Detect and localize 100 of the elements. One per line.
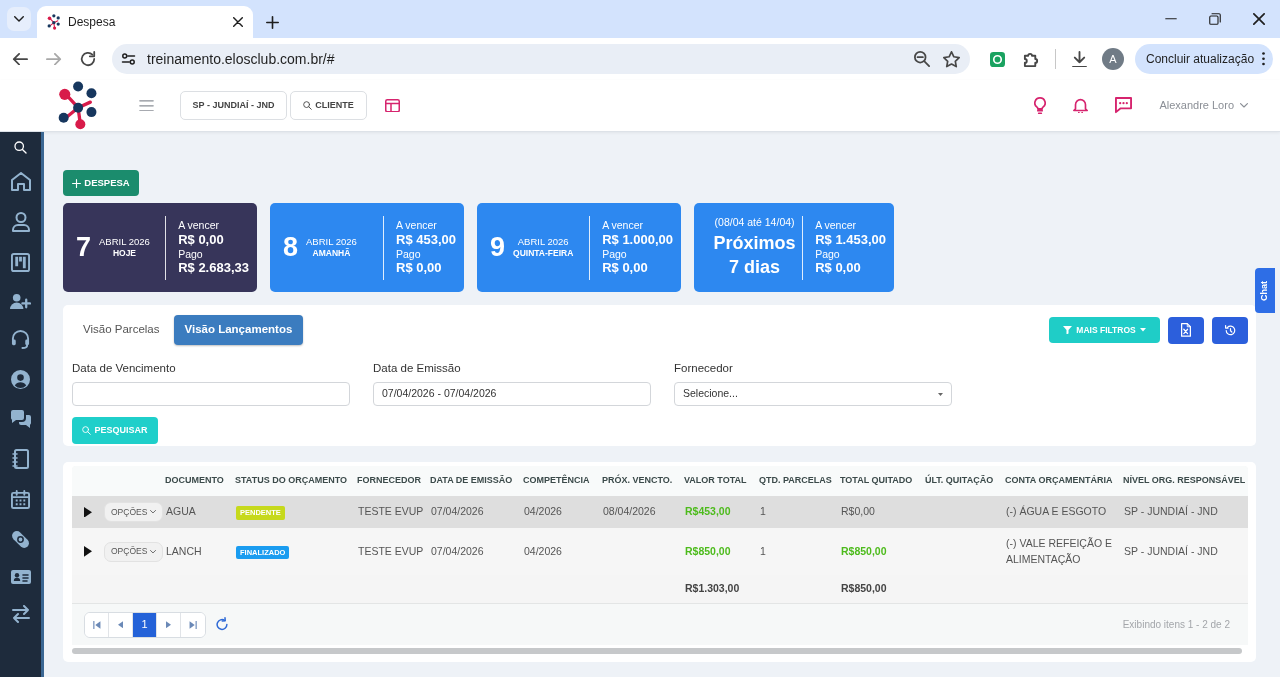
close-icon[interactable] [233, 17, 243, 27]
due-label: A vencer [396, 219, 438, 232]
field-label: Fornecedor [674, 361, 734, 376]
cell-text: 1 [760, 544, 766, 557]
zoom-icon[interactable] [914, 51, 930, 67]
board-icon[interactable] [11, 253, 30, 272]
total-amount: R$850,00 [841, 582, 887, 595]
paid-label: Pago [602, 247, 628, 261]
browser-tab[interactable]: Despesa [37, 6, 253, 38]
layout-icon[interactable] [385, 98, 400, 113]
new-tab-icon[interactable] [266, 16, 279, 29]
options-button[interactable]: OPÇÕES [104, 541, 164, 562]
chevron-down-icon [1240, 103, 1248, 108]
previous-icon [118, 620, 123, 629]
lightbulb-icon[interactable] [1034, 96, 1047, 115]
view-tab[interactable]: Visão Parcelas [72, 315, 171, 345]
skip-end-icon [189, 620, 197, 629]
expand-arrow-icon[interactable] [84, 546, 92, 557]
day-number: 8 [283, 234, 299, 261]
chevron-down-icon [150, 549, 157, 554]
download-icon[interactable] [1072, 50, 1087, 68]
next-icon [166, 620, 171, 629]
app-logo[interactable] [57, 81, 97, 130]
tune-icon[interactable] [121, 53, 136, 65]
month-label: ABRIL 2026 [99, 236, 150, 249]
pagination-info: Exibindo itens 1 - 2 de 2 [1122, 618, 1230, 632]
back-icon[interactable] [12, 52, 28, 66]
client-search-button[interactable]: CLIENTE [290, 91, 367, 120]
id-card-icon[interactable] [10, 570, 31, 585]
day-number: 7 [76, 234, 92, 261]
search-icon [82, 426, 92, 436]
address-bar[interactable]: treinamento.elosclub.com.br/# [112, 44, 970, 74]
profile-avatar[interactable]: A [1102, 48, 1124, 70]
options-button[interactable]: OPÇÕES [104, 502, 164, 522]
spreadsheet-file-icon [1181, 323, 1191, 337]
paid-label: Pago [396, 247, 422, 261]
chat-tab[interactable]: Chat [1255, 268, 1275, 313]
view-tab[interactable]: Visão Lançamentos [173, 315, 304, 345]
chevron-down-icon [14, 16, 24, 22]
cell-text: TESTE EVUP [358, 544, 424, 557]
first-page-button[interactable] [85, 612, 109, 637]
day-number: 9 [490, 234, 506, 261]
summary-card[interactable]: (08/04 até 14/04) Próximos 7 dias A vencer R$ 1.453,00 Pago R$ 0,00 [694, 203, 894, 292]
more-icon [1262, 52, 1266, 66]
star-icon[interactable] [943, 50, 960, 68]
field-label: Data de Vencimento [72, 361, 177, 376]
amount-text: R$850,00 [685, 544, 731, 557]
search-icon[interactable] [14, 141, 27, 154]
puzzle-icon[interactable] [1023, 50, 1040, 68]
chat-bubbles-icon[interactable] [10, 410, 31, 429]
close-icon[interactable] [1253, 13, 1265, 25]
due-amount: R$ 0,00 [178, 231, 225, 248]
month-label: ABRIL 2026 [517, 236, 569, 249]
amount-text: R$0,00 [841, 505, 875, 518]
cell-text: 04/2026 [524, 505, 562, 518]
home-icon[interactable] [10, 172, 31, 191]
bell-icon[interactable] [1073, 97, 1089, 114]
paid-amount: R$ 0,00 [815, 260, 862, 276]
update-button[interactable]: Concluir atualização [1135, 44, 1274, 74]
filter-icon [1063, 325, 1073, 335]
refresh-icon[interactable] [216, 617, 228, 632]
cell-text: AGUA [166, 505, 196, 518]
due-amount: R$ 453,00 [396, 231, 456, 248]
unit-button[interactable]: SP - JUNDIAÍ - JND [180, 91, 287, 120]
reset-button[interactable] [1212, 316, 1248, 344]
restore-icon[interactable] [1209, 13, 1221, 25]
due-label: A vencer [815, 219, 857, 232]
swap-arrows-icon[interactable] [10, 605, 31, 624]
new-expense-button[interactable]: DESPESA [63, 170, 139, 196]
cell-text: SP - JUNDIAÍ - JND [1124, 505, 1218, 518]
horizontal-scrollbar[interactable] [72, 648, 1242, 654]
search-icon [303, 101, 313, 110]
user-icon[interactable] [11, 212, 30, 232]
reload-icon[interactable] [80, 51, 96, 67]
paid-amount: R$ 0,00 [396, 260, 443, 276]
cell-text: SP - JUNDIAÍ - JND [1124, 544, 1218, 557]
page-button[interactable]: 1 [133, 612, 157, 637]
notebook-icon[interactable] [12, 449, 29, 470]
minimize-icon[interactable] [1165, 18, 1177, 20]
total-amount: R$1.303,00 [685, 582, 740, 595]
select-field[interactable]: Selecione... [674, 382, 952, 407]
cell-text: 07/04/2026 [431, 505, 484, 518]
month-label: ABRIL 2026 [306, 236, 357, 248]
expand-arrow-icon[interactable] [84, 506, 92, 518]
due-amount: R$ 1.453,00 [815, 231, 886, 248]
day-label: AMANHÃ [312, 248, 351, 259]
input-field[interactable] [72, 382, 350, 407]
extension-icon[interactable] [990, 51, 1005, 67]
headset-icon[interactable] [11, 330, 30, 350]
paid-amount: R$ 2.683,33 [178, 260, 249, 276]
calendar-icon[interactable] [11, 490, 30, 510]
input-field[interactable]: 07/04/2026 - 07/04/2026 [373, 382, 651, 407]
cell-text: 1 [760, 505, 766, 518]
export-excel-button[interactable] [1168, 316, 1204, 344]
user-plus-icon[interactable] [10, 293, 31, 310]
chat-icon[interactable] [1115, 97, 1133, 114]
tab-list-button[interactable] [7, 7, 31, 31]
pill-icon[interactable] [11, 530, 30, 550]
skip-start-icon [92, 620, 101, 629]
cell-text: (-) ÁGUA E ESGOTO [1006, 505, 1107, 518]
